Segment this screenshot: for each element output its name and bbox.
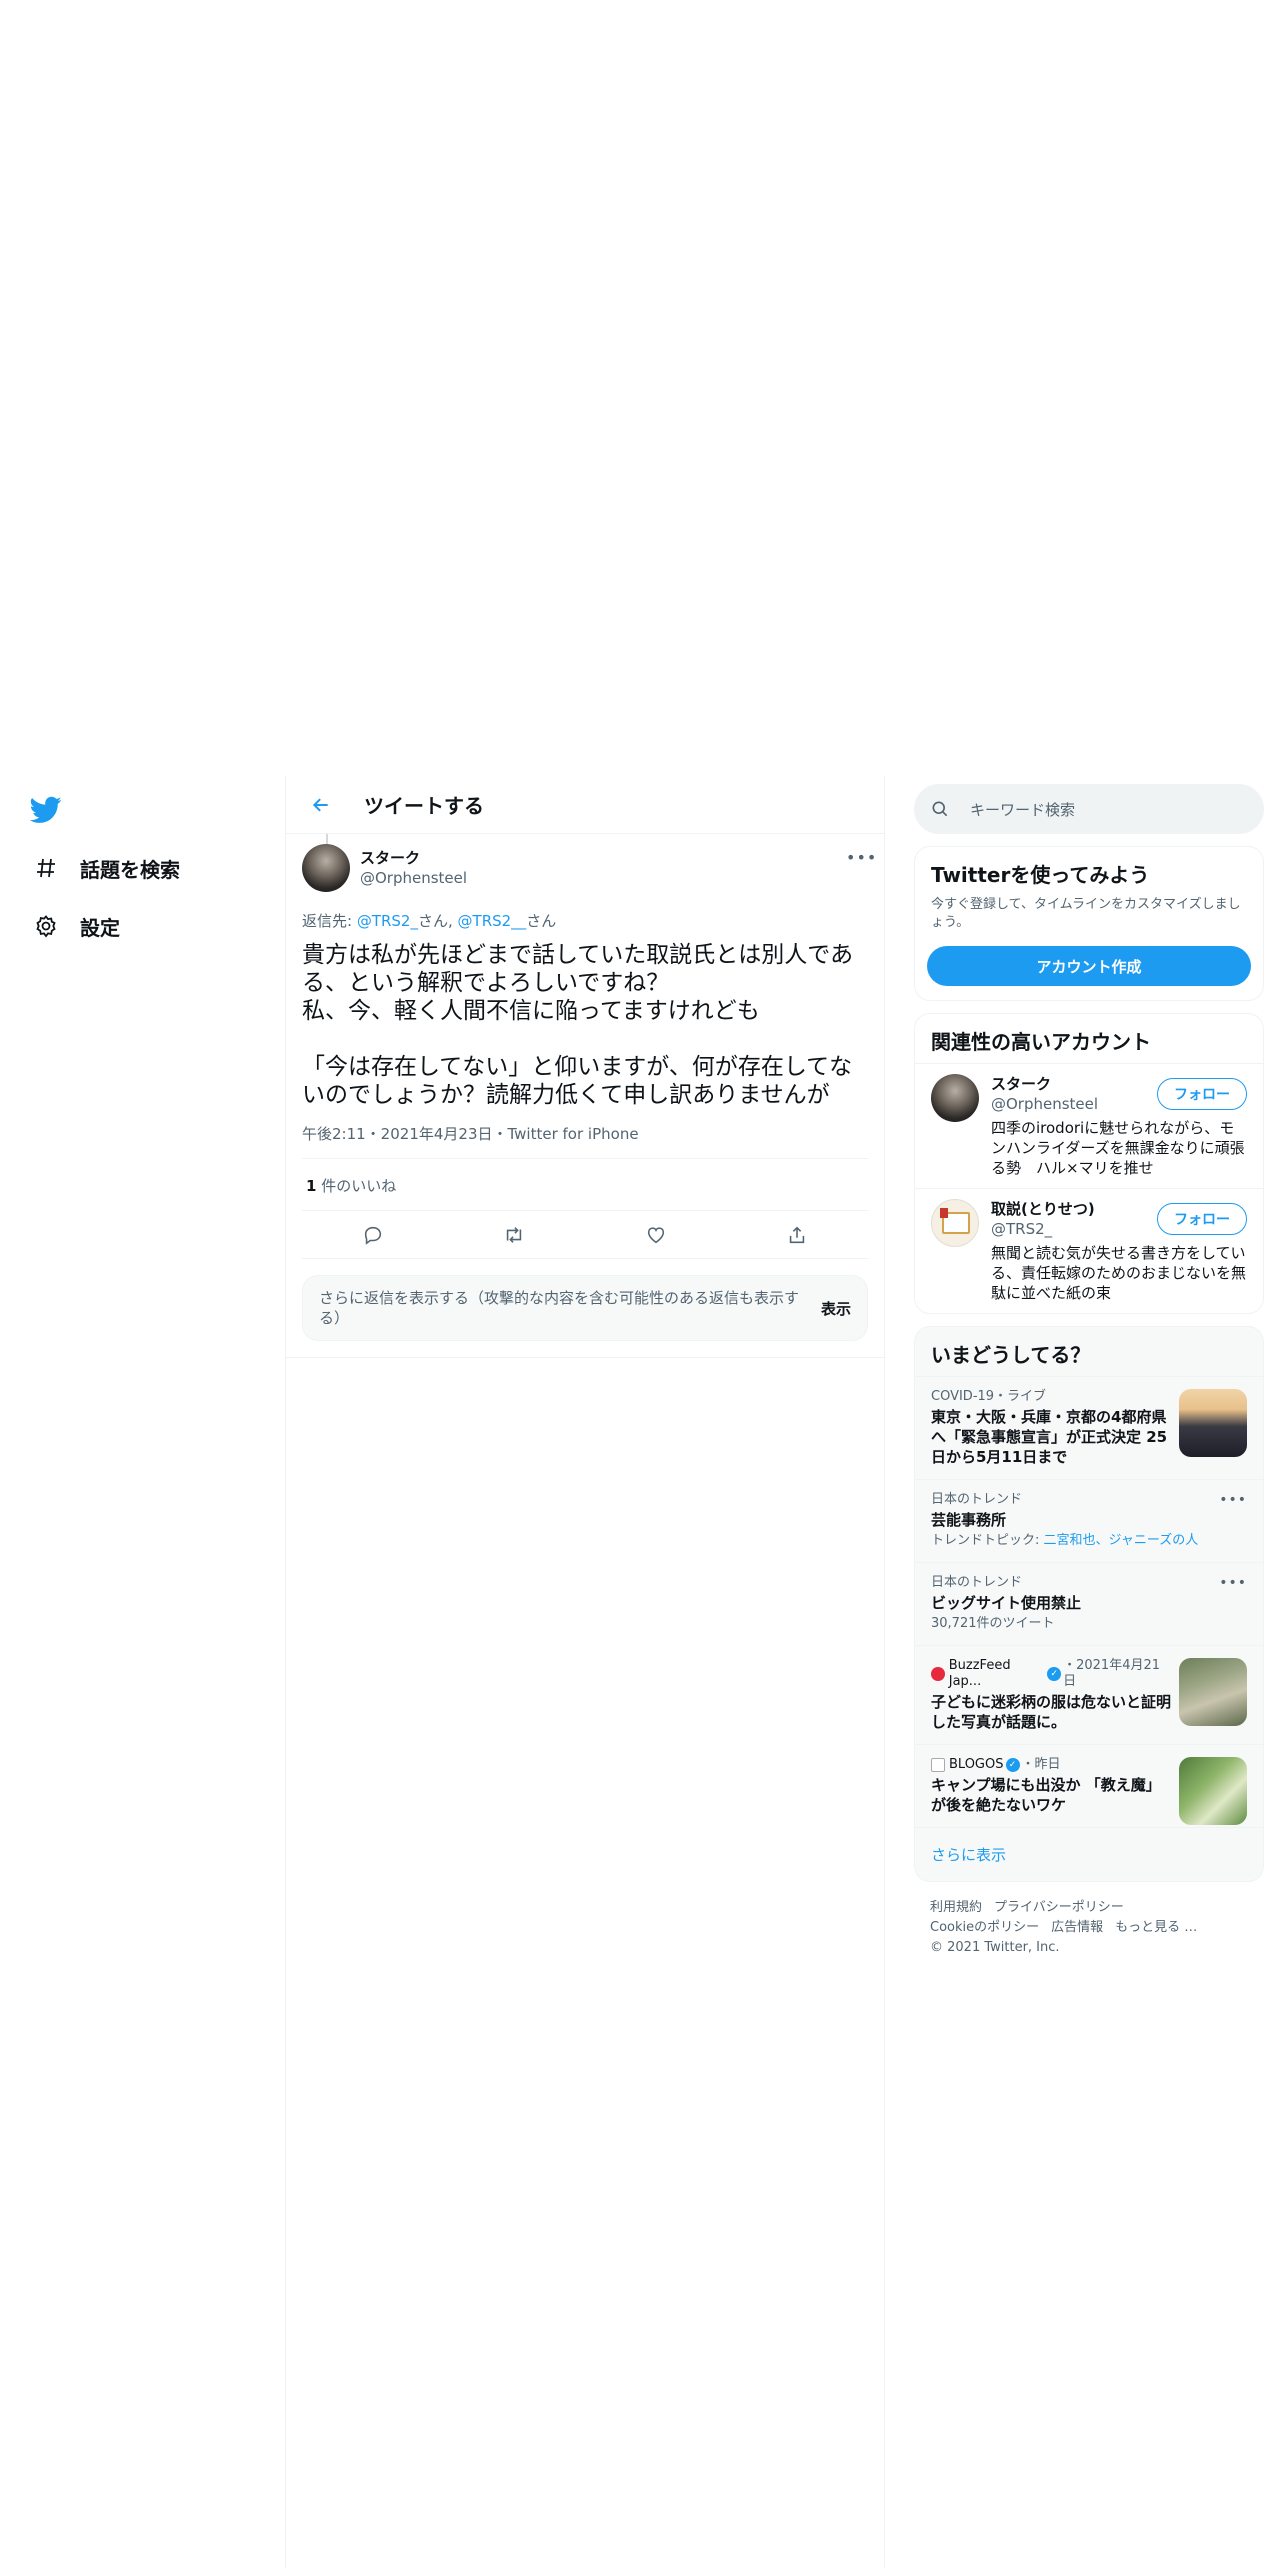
buzzfeed-logo-icon xyxy=(931,1667,945,1681)
verified-badge-icon: ✓ xyxy=(1005,1758,1020,1772)
trend-source: BLOGOS xyxy=(949,1757,1004,1772)
follow-button[interactable]: フォロー xyxy=(1157,1078,1247,1110)
reply-icon[interactable] xyxy=(356,1218,390,1252)
hashtag-icon xyxy=(32,854,60,882)
signup-card: Twitterを使ってみよう 今すぐ登録して、タイムラインをカスタマイズしましょ… xyxy=(914,846,1264,1001)
trends-title: いまどうしてる？ xyxy=(931,1343,1091,1367)
trend-item[interactable]: BuzzFeed Jap... ✓ ・2021年4月21日 子どもに迷彩柄の服は… xyxy=(915,1645,1263,1744)
copyright: © 2021 Twitter, Inc. xyxy=(930,1940,1060,1955)
share-icon[interactable] xyxy=(780,1218,814,1252)
trend-thumbnail xyxy=(1179,1658,1247,1726)
reply-to-suffix: さん, xyxy=(417,912,458,930)
account-item[interactable]: 取説(とりせつ) @TRS2_ 無聞と読む気が失せる書き方をしている、責任転嫁の… xyxy=(915,1188,1263,1313)
right-sidebar: キーワード検索 Twitterを使ってみよう 今すぐ登録して、タイムラインをカス… xyxy=(914,784,1264,1974)
more-options-icon[interactable]: ••• xyxy=(846,848,876,867)
like-count-number: 1 xyxy=(306,1177,317,1195)
nav-item-explore[interactable]: 話題を検索 xyxy=(32,848,180,888)
like-count[interactable]: 1 件のいいね xyxy=(302,1159,868,1211)
trend-date: ・2021年4月21日 xyxy=(1063,1658,1161,1689)
tweet-author: スターク @Orphensteel ••• xyxy=(302,834,876,892)
user-handle[interactable]: @Orphensteel xyxy=(360,868,467,888)
tweet-text: 貴方は私が先ほどまで話していた取説氏とは別人である、という解釈でよろしいですね？… xyxy=(302,942,854,1108)
page-title: ツイートする xyxy=(364,794,484,818)
back-arrow-icon[interactable] xyxy=(306,790,336,820)
trends-card: いまどうしてる？ COVID-19・ライブ 東京・大阪・兵庫・京都の4都府県へ「… xyxy=(914,1326,1264,1882)
trend-item[interactable]: BLOGOS ✓ ・昨日 キャンプ場にも出没か 「教え魔」が後を絶たないワケ xyxy=(915,1744,1263,1827)
trend-topics: トレンドトピック: 二宮和也、ジャニーズの人 xyxy=(931,1532,1247,1550)
main-column: ツイートする スターク @Orphensteel ••• 返信先: @TRS2_… xyxy=(285,776,885,2568)
tweet: スターク @Orphensteel ••• 返信先: @TRS2_さん, @TR… xyxy=(286,834,884,1259)
signup-title: Twitterを使ってみよう xyxy=(931,863,1150,887)
main-header: ツイートする xyxy=(286,776,884,834)
search-input[interactable]: キーワード検索 xyxy=(914,784,1264,834)
trend-topics-link[interactable]: 二宮和也、ジャニーズの人 xyxy=(1044,1533,1199,1548)
search-placeholder: キーワード検索 xyxy=(970,800,1076,819)
footer-link-terms[interactable]: 利用規約 xyxy=(930,1900,982,1915)
trend-meta: 日本のトレンド xyxy=(931,1492,1023,1507)
show-more-trends-link[interactable]: さらに表示 xyxy=(915,1827,1263,1881)
footer: 利用規約 プライバシーポリシー Cookieのポリシー 広告情報 もっと見る … © … xyxy=(914,1882,1264,1974)
divider xyxy=(286,1357,884,1358)
trend-meta: 日本のトレンド xyxy=(931,1575,1023,1590)
nav-item-label: 話題を検索 xyxy=(80,857,180,882)
show-more-replies-text: さらに返信を表示する（攻撃的な内容を含む可能性のある返信も表示する） xyxy=(319,1289,800,1327)
trend-title: 芸能事務所 xyxy=(931,1511,1007,1529)
show-more-replies-button[interactable]: さらに返信を表示する（攻撃的な内容を含む可能性のある返信も表示する） 表示 xyxy=(302,1275,868,1341)
trend-item[interactable]: 日本のトレンド 芸能事務所 トレンドトピック: 二宮和也、ジャニーズの人 ••• xyxy=(915,1479,1263,1562)
related-accounts-title: 関連性の高いアカウント xyxy=(931,1030,1151,1054)
trend-meta: COVID-19・ライブ xyxy=(931,1389,1047,1404)
verified-badge-icon: ✓ xyxy=(1047,1667,1062,1681)
trend-tweet-count: 30,721件のツイート xyxy=(931,1616,1055,1631)
account-item[interactable]: スターク @Orphensteel 四季のirodoriに魅せられながら、モンハ… xyxy=(915,1063,1263,1188)
footer-link-more[interactable]: もっと見る … xyxy=(1115,1920,1197,1935)
follow-button[interactable]: フォロー xyxy=(1157,1203,1247,1235)
trend-date: ・昨日 xyxy=(1021,1757,1061,1772)
more-options-icon[interactable]: ••• xyxy=(1219,1492,1247,1508)
trend-thumbnail xyxy=(1179,1389,1247,1457)
reply-to-suffix: さん xyxy=(526,912,557,930)
reply-to-prefix: 返信先: xyxy=(302,912,357,930)
trend-source: BuzzFeed Jap... xyxy=(948,1658,1011,1689)
trend-meta: BLOGOS ✓ ・昨日 xyxy=(931,1757,1171,1773)
trend-title: 子どもに迷彩柄の服は危ないと証明した写真が話題に。 xyxy=(931,1693,1172,1731)
like-heart-icon[interactable] xyxy=(639,1218,673,1252)
tweet-timestamp[interactable]: 午後2:11・2021年4月23日・Twitter for iPhone xyxy=(302,1123,868,1159)
search-icon xyxy=(930,799,950,819)
footer-link-privacy[interactable]: プライバシーポリシー xyxy=(994,1900,1124,1915)
trend-meta: BuzzFeed Jap... ✓ ・2021年4月21日 xyxy=(931,1658,1171,1690)
footer-link-cookies[interactable]: Cookieのポリシー xyxy=(930,1920,1039,1935)
gear-icon xyxy=(32,912,60,940)
reply-to: 返信先: @TRS2_さん, @TRS2__さん xyxy=(302,910,868,931)
avatar[interactable] xyxy=(931,1199,979,1247)
tweet-actions xyxy=(302,1211,868,1259)
related-accounts-card: 関連性の高いアカウント スターク @Orphensteel 四季のirodori… xyxy=(914,1013,1264,1314)
trend-title: 東京・大阪・兵庫・京都の4都府県へ「緊急事態宣言」が正式決定 25日から5月11… xyxy=(931,1408,1168,1466)
reply-to-user-link[interactable]: @TRS2__ xyxy=(458,912,527,930)
create-account-button[interactable]: アカウント作成 xyxy=(927,946,1251,986)
blogos-logo-icon xyxy=(931,1758,945,1772)
show-replies-label[interactable]: 表示 xyxy=(821,1298,851,1319)
trend-title: キャンプ場にも出没か 「教え魔」が後を絶たないワケ xyxy=(931,1776,1161,1814)
account-bio: 四季のirodoriに魅せられながら、モンハンライダーズを無課金なりに頑張る勢 … xyxy=(991,1119,1245,1177)
trend-title: ビッグサイト使用禁止 xyxy=(931,1594,1082,1612)
avatar[interactable] xyxy=(302,844,350,892)
trend-topics-prefix: トレンドトピック: xyxy=(931,1533,1044,1548)
like-count-label: 件のいいね xyxy=(316,1177,397,1195)
trend-thumbnail xyxy=(1179,1757,1247,1825)
trend-item[interactable]: 日本のトレンド ビッグサイト使用禁止 30,721件のツイート ••• xyxy=(915,1562,1263,1645)
reply-to-user-link[interactable]: @TRS2_ xyxy=(357,912,418,930)
display-name[interactable]: スターク xyxy=(360,848,467,868)
trend-item[interactable]: COVID-19・ライブ 東京・大阪・兵庫・京都の4都府県へ「緊急事態宣言」が正… xyxy=(915,1376,1263,1479)
retweet-icon[interactable] xyxy=(497,1218,531,1252)
signup-description: 今すぐ登録して、タイムラインをカスタマイズしましょう。 xyxy=(931,897,1241,930)
avatar[interactable] xyxy=(931,1074,979,1122)
footer-link-ads[interactable]: 広告情報 xyxy=(1051,1920,1103,1935)
more-options-icon[interactable]: ••• xyxy=(1219,1575,1247,1591)
twitter-logo-icon[interactable] xyxy=(29,796,62,824)
nav-item-label: 設定 xyxy=(80,915,120,940)
nav-item-settings[interactable]: 設定 xyxy=(32,906,120,946)
account-bio: 無聞と読む気が失せる書き方をしている、責任転嫁のためのおまじないを無駄に並べた紙… xyxy=(991,1244,1247,1302)
